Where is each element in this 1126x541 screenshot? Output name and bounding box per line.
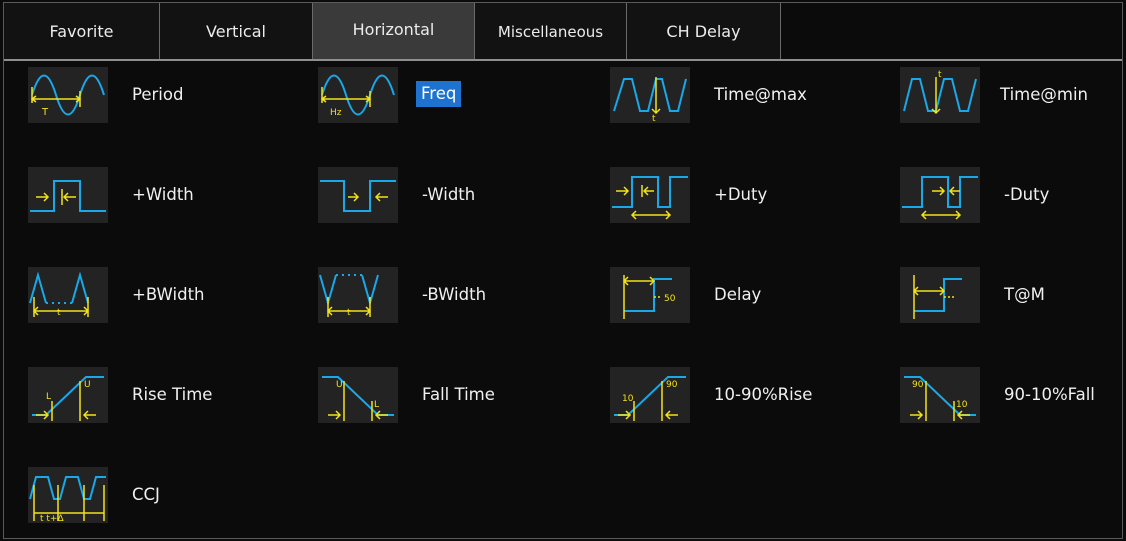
- tab-vertical[interactable]: Vertical: [160, 3, 313, 59]
- cycle-cycle-jitter-icon: t t+Δ: [28, 467, 108, 523]
- svg-text:T: T: [41, 107, 49, 118]
- item-label-selected: Freq: [416, 81, 462, 107]
- item-label: +BWidth: [132, 285, 205, 304]
- item-negative-burst-width[interactable]: t -BWidth: [318, 267, 588, 323]
- item-positive-burst-width[interactable]: t +BWidth: [28, 267, 298, 323]
- item-label: CCJ: [132, 485, 160, 504]
- negative-burst-width-icon: t: [318, 267, 398, 323]
- positive-burst-width-icon: t: [28, 267, 108, 323]
- item-fall-time[interactable]: U L Fall Time: [318, 367, 588, 423]
- svg-text:50: 50: [664, 294, 676, 304]
- item-negative-duty[interactable]: -Duty: [900, 167, 1126, 223]
- item-label: -Width: [422, 185, 476, 204]
- negative-width-icon: [318, 167, 398, 223]
- item-fall-90-10[interactable]: 90 10 90-10%Fall: [900, 367, 1126, 423]
- item-period[interactable]: T Period: [28, 67, 298, 123]
- svg-text:90: 90: [912, 380, 924, 390]
- item-label: Time@max: [714, 85, 807, 104]
- rise-10-90-icon: 10 90: [610, 367, 690, 423]
- item-negative-width[interactable]: -Width: [318, 167, 588, 223]
- svg-text:U: U: [336, 380, 343, 390]
- item-label: Delay: [714, 285, 762, 304]
- rise-time-icon: L U: [28, 367, 108, 423]
- item-time-at-min[interactable]: t Time@min: [900, 67, 1126, 123]
- svg-text:L: L: [374, 400, 379, 410]
- tab-miscellaneous[interactable]: Miscellaneous: [475, 3, 627, 59]
- item-label: -Duty: [1004, 185, 1050, 204]
- item-label: 10-90%Rise: [714, 385, 813, 404]
- period-waveform-icon: T: [28, 67, 108, 123]
- item-label: +Width: [132, 185, 194, 204]
- tab-horizontal[interactable]: Horizontal: [313, 3, 475, 59]
- svg-text:t t+Δ: t t+Δ: [40, 514, 64, 523]
- item-label: -BWidth: [422, 285, 487, 304]
- item-time-at-middle[interactable]: T@M: [900, 267, 1126, 323]
- tab-favorite[interactable]: Favorite: [4, 3, 160, 59]
- svg-text:10: 10: [622, 394, 634, 404]
- item-label: Time@min: [1000, 85, 1088, 104]
- item-label: Fall Time: [422, 385, 495, 404]
- svg-text:90: 90: [666, 380, 678, 390]
- svg-text:t: t: [938, 70, 942, 80]
- fall-90-10-icon: 90 10: [900, 367, 980, 423]
- item-positive-width[interactable]: +Width: [28, 167, 298, 223]
- svg-text:t: t: [57, 308, 61, 318]
- item-label: 90-10%Fall: [1004, 385, 1095, 404]
- item-ccj[interactable]: t t+Δ CCJ: [28, 467, 298, 523]
- time-at-middle-icon: [900, 267, 980, 323]
- item-label: T@M: [1004, 285, 1045, 304]
- item-positive-duty[interactable]: +Duty: [610, 167, 880, 223]
- tab-ch-delay[interactable]: CH Delay: [627, 3, 781, 59]
- item-time-at-max[interactable]: t Time@max: [610, 67, 880, 123]
- svg-text:Hz: Hz: [330, 108, 342, 118]
- time-at-max-icon: t: [610, 67, 690, 123]
- svg-text:t: t: [347, 308, 351, 318]
- measure-panel: Favorite Vertical Horizontal Miscellaneo…: [3, 2, 1123, 539]
- frequency-waveform-icon: Hz: [318, 67, 398, 123]
- item-rise-10-90[interactable]: 10 90 10-90%Rise: [610, 367, 880, 423]
- item-rise-time[interactable]: L U Rise Time: [28, 367, 298, 423]
- svg-text:t: t: [652, 114, 656, 123]
- item-label: +Duty: [714, 185, 768, 204]
- time-at-min-icon: t: [900, 67, 980, 123]
- negative-duty-icon: [900, 167, 980, 223]
- item-freq[interactable]: Hz Freq: [318, 67, 588, 123]
- svg-text:10: 10: [956, 400, 968, 410]
- svg-text:U: U: [84, 380, 91, 390]
- positive-duty-icon: [610, 167, 690, 223]
- fall-time-icon: U L: [318, 367, 398, 423]
- tab-bar: Favorite Vertical Horizontal Miscellaneo…: [4, 3, 1122, 61]
- delay-icon: 50: [610, 267, 690, 323]
- item-delay[interactable]: 50 Delay: [610, 267, 880, 323]
- item-label: Period: [132, 85, 184, 104]
- item-label: Rise Time: [132, 385, 213, 404]
- positive-width-icon: [28, 167, 108, 223]
- svg-text:L: L: [46, 392, 51, 402]
